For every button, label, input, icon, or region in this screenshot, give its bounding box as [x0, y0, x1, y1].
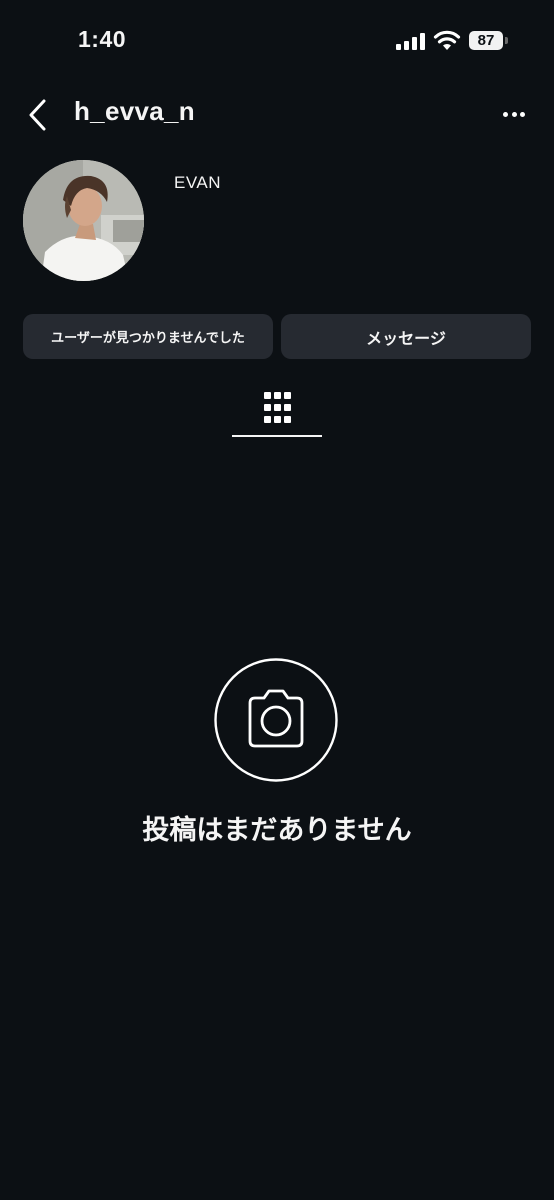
status-time: 1:40	[78, 26, 127, 52]
tab-grid[interactable]	[264, 392, 291, 423]
more-options-button[interactable]	[500, 106, 528, 124]
chevron-left-icon	[29, 99, 46, 131]
user-not-found-button[interactable]: ユーザーが見つかりませんでした	[23, 314, 273, 359]
profile-username: h_evva_n	[74, 96, 195, 126]
avatar[interactable]	[23, 160, 144, 281]
battery-indicator: 87	[469, 31, 503, 50]
message-button[interactable]: メッセージ	[281, 314, 531, 359]
wifi-icon	[433, 29, 461, 51]
back-button[interactable]	[24, 96, 56, 134]
signal-icon	[396, 33, 426, 50]
ellipsis-icon	[503, 112, 508, 117]
tab-indicator	[232, 435, 322, 437]
empty-state-message: 投稿はまだありません	[142, 815, 412, 846]
battery-nub	[505, 37, 508, 44]
camera-icon	[214, 658, 338, 782]
grid-icon	[264, 392, 291, 423]
display-name: EVAN	[174, 173, 222, 192]
